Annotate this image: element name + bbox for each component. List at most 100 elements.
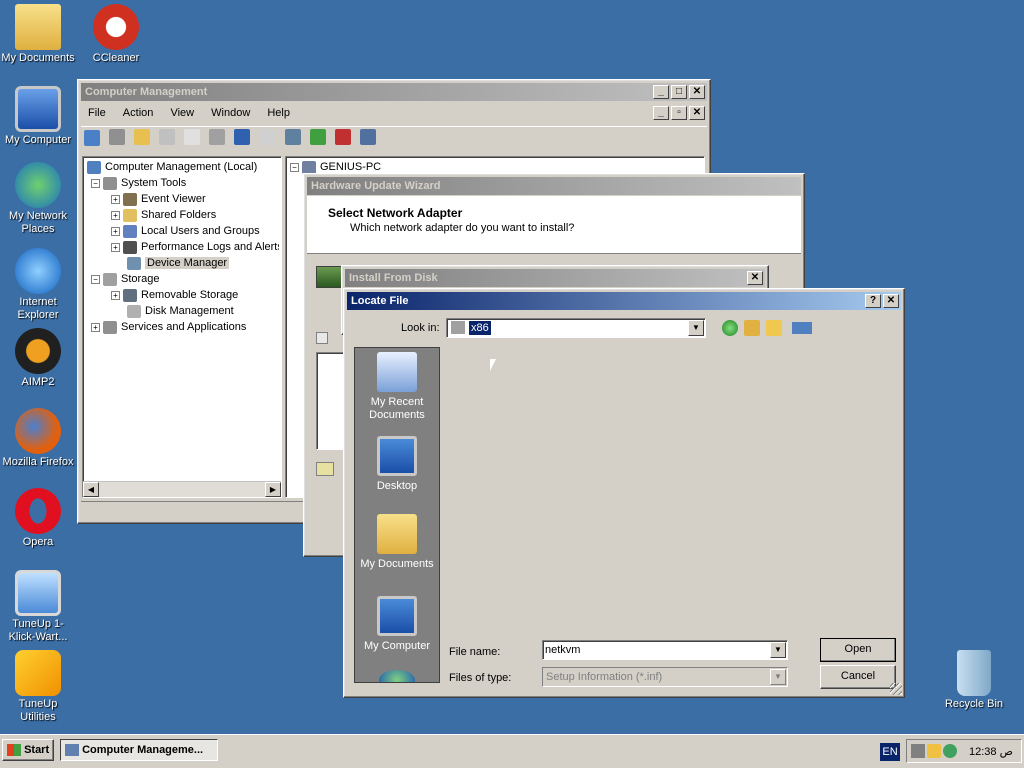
desktop-icon: [377, 436, 417, 476]
tree-item-storage[interactable]: − Storage: [91, 271, 160, 287]
computer-icon: [15, 86, 61, 132]
back-icon[interactable]: [84, 130, 100, 146]
window-title: Computer Management: [85, 86, 208, 98]
look-in-dropdown[interactable]: x86 ▼: [446, 318, 706, 338]
open-button[interactable]: Open: [820, 638, 896, 662]
desktop-icon-tuneup-1-klick[interactable]: TuneUp 1-Klick-Wart...: [0, 570, 76, 644]
print-icon[interactable]: [209, 128, 226, 145]
tree-item-services-applications[interactable]: + Services and Applications: [91, 319, 246, 335]
child-restore-button[interactable]: ▫: [671, 106, 687, 120]
properties-icon[interactable]: [184, 128, 201, 145]
collapse-icon[interactable]: −: [91, 178, 100, 188]
install-from-disk-titlebar[interactable]: Install From Disk ✕: [345, 269, 765, 287]
maximize-button[interactable]: □: [671, 85, 687, 99]
place-desktop[interactable]: Desktop: [355, 436, 439, 493]
help-icon[interactable]: [234, 128, 251, 145]
tree-item-shared-folders[interactable]: + Shared Folders: [111, 207, 216, 223]
expand-icon[interactable]: +: [111, 210, 120, 220]
collapse-icon[interactable]: −: [91, 274, 100, 284]
child-minimize-button[interactable]: _: [653, 106, 669, 120]
tree-item-removable-storage[interactable]: + Removable Storage: [111, 287, 238, 303]
locate-file-title: Locate File: [351, 295, 409, 307]
tree-item-performance-logs[interactable]: + Performance Logs and Alerts: [111, 239, 279, 255]
up-folder-icon[interactable]: [134, 128, 151, 145]
expand-icon[interactable]: +: [111, 290, 120, 300]
place-my-documents[interactable]: My Documents: [355, 514, 439, 571]
compatible-checkbox[interactable]: [316, 332, 328, 344]
minimize-button[interactable]: _: [653, 85, 669, 99]
locate-file-titlebar[interactable]: Locate File ? ✕: [347, 292, 901, 310]
uninstall-icon[interactable]: [334, 128, 351, 145]
close-button[interactable]: ✕: [747, 271, 763, 285]
desktop-icon-ccleaner[interactable]: CCleaner: [78, 4, 154, 65]
update-tray-icon[interactable]: [943, 744, 957, 758]
ccleaner-icon: [93, 4, 139, 50]
place-my-computer[interactable]: My Computer: [355, 596, 439, 653]
expand-icon[interactable]: +: [111, 242, 120, 252]
look-in-value: x86: [469, 321, 491, 335]
file-name-input[interactable]: netkvm ▼: [542, 640, 788, 660]
wizard-header: Select Network Adapter Which network ada…: [307, 196, 801, 254]
place-my-recent-documents[interactable]: My Recent Documents: [355, 352, 439, 422]
menu-window[interactable]: Window: [204, 104, 257, 122]
internet-explorer-icon: [15, 248, 61, 294]
computer-management-titlebar[interactable]: Computer Management _ □ ✕: [81, 83, 707, 101]
desktop-icon-mozilla-firefox[interactable]: Mozilla Firefox: [0, 408, 76, 469]
expand-icon[interactable]: +: [91, 322, 100, 332]
expand-icon[interactable]: +: [111, 194, 120, 204]
desktop-icon-opera[interactable]: Opera: [0, 488, 76, 549]
tree-item-computer-management-local[interactable]: Computer Management (Local): [87, 159, 257, 175]
scroll-right-icon[interactable]: ▶: [265, 482, 281, 497]
forward-icon[interactable]: [109, 128, 126, 145]
taskbar-item-computer-management[interactable]: Computer Manageme...: [60, 739, 218, 761]
file-list[interactable]: [444, 347, 892, 633]
views-menu-icon[interactable]: [790, 320, 814, 336]
desktop-icon-aimp2[interactable]: AIMP2: [0, 328, 76, 389]
up-folder-icon[interactable]: [744, 320, 760, 336]
desktop-icon-tuneup-utilities[interactable]: TuneUp Utilities: [0, 650, 76, 724]
cancel-button[interactable]: Cancel: [820, 665, 896, 689]
show-tree-icon[interactable]: [159, 128, 176, 145]
new-folder-icon[interactable]: [766, 320, 782, 336]
wizard-titlebar[interactable]: Hardware Update Wizard: [307, 177, 801, 195]
console-tree-icon[interactable]: [259, 128, 276, 145]
tree-item-device-manager[interactable]: Device Manager: [127, 255, 230, 271]
menu-view[interactable]: View: [163, 104, 201, 122]
desktop-icon-my-network-places[interactable]: My Network Places: [0, 162, 76, 236]
menu-file[interactable]: File: [81, 104, 113, 122]
tree-item-local-users-groups[interactable]: + Local Users and Groups: [111, 223, 260, 239]
disable-device-icon[interactable]: [359, 128, 376, 145]
network-tray-icon[interactable]: [911, 744, 925, 758]
desktop-icon-my-computer[interactable]: My Computer: [0, 86, 76, 147]
desktop-icon-recycle-bin[interactable]: Recycle Bin: [936, 650, 1012, 711]
security-tray-icon[interactable]: [927, 744, 941, 758]
network-places-icon[interactable]: [379, 670, 415, 682]
close-button[interactable]: ✕: [689, 85, 705, 99]
collapse-icon[interactable]: −: [290, 162, 299, 172]
expand-icon[interactable]: +: [111, 226, 120, 236]
menu-help[interactable]: Help: [260, 104, 297, 122]
start-button[interactable]: Start: [2, 739, 54, 761]
update-driver-icon[interactable]: [309, 128, 326, 145]
scan-hardware-icon[interactable]: [284, 128, 301, 145]
desktop-icon-my-documents[interactable]: My Documents: [0, 4, 76, 65]
chevron-down-icon[interactable]: ▼: [770, 669, 786, 685]
scroll-left-icon[interactable]: ◀: [83, 482, 99, 497]
tree-item-system-tools[interactable]: − System Tools: [91, 175, 186, 191]
file-type-dropdown[interactable]: Setup Information (*.inf) ▼: [542, 667, 788, 687]
chevron-down-icon[interactable]: ▼: [770, 642, 786, 658]
menu-action[interactable]: Action: [116, 104, 161, 122]
help-button[interactable]: ?: [865, 294, 881, 308]
desktop-icon-internet-explorer[interactable]: Internet Explorer: [0, 248, 76, 322]
language-indicator[interactable]: EN: [880, 743, 900, 761]
horizontal-scrollbar[interactable]: ◀ ▶: [83, 481, 281, 497]
firefox-icon: [15, 408, 61, 454]
resize-grip-icon[interactable]: [890, 683, 902, 695]
child-close-button[interactable]: ✕: [689, 106, 705, 120]
tree-item-event-viewer[interactable]: + Event Viewer: [111, 191, 206, 207]
chevron-down-icon[interactable]: ▼: [688, 320, 704, 336]
close-button[interactable]: ✕: [883, 294, 899, 308]
tree-item-disk-management[interactable]: Disk Management: [127, 303, 234, 319]
back-icon[interactable]: [722, 320, 738, 336]
toolbar: [81, 126, 707, 150]
